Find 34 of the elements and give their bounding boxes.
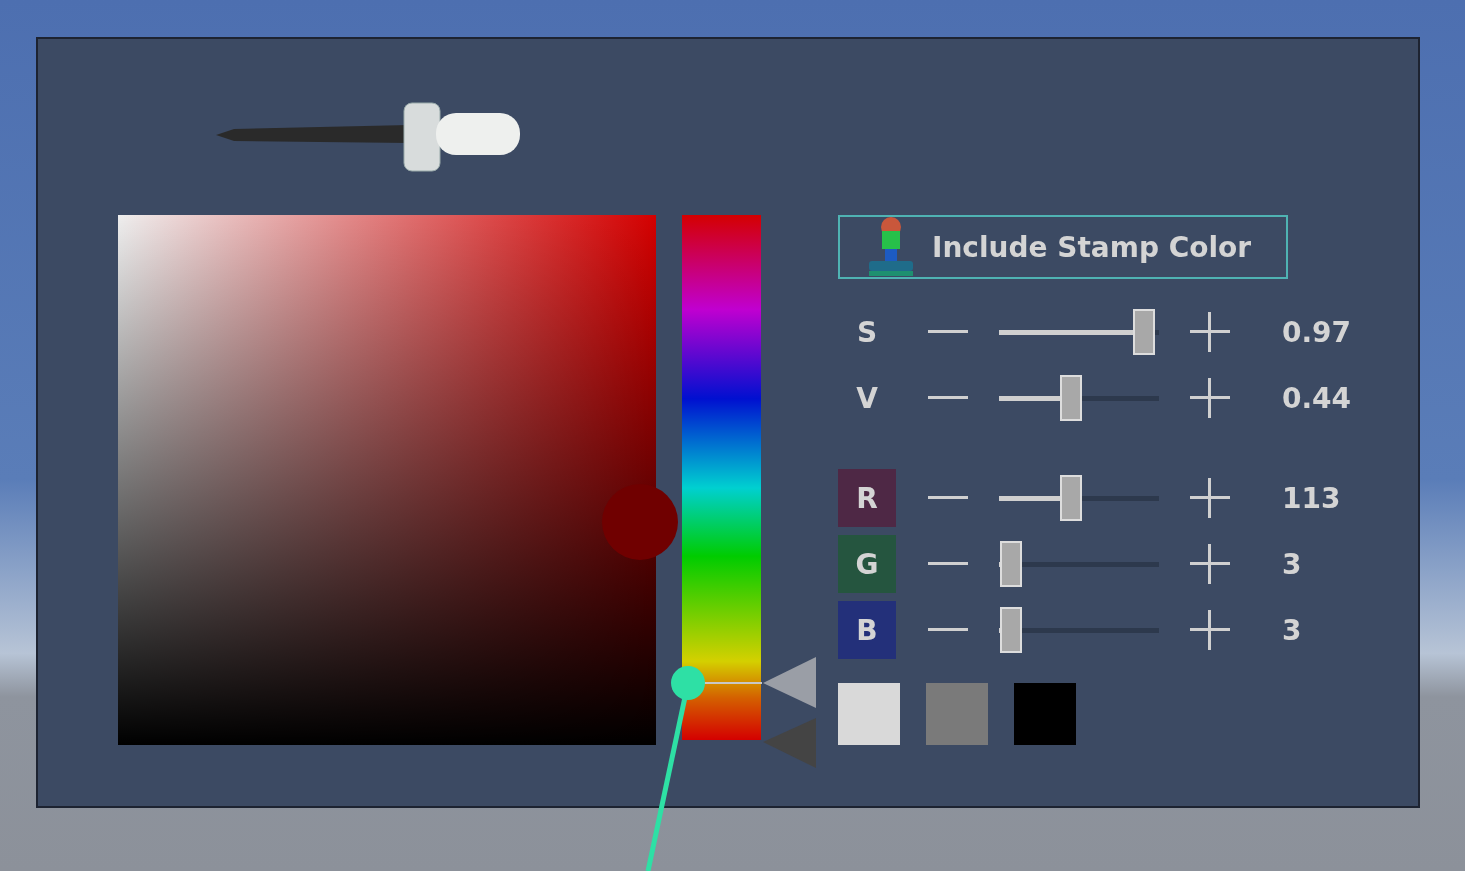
plus-icon[interactable]	[1188, 608, 1232, 652]
pointer-triangle-icon	[763, 657, 816, 708]
slider-thumb[interactable]	[1059, 475, 1082, 521]
plus-icon[interactable]	[1188, 376, 1232, 420]
channel-label: V	[855, 380, 879, 417]
saturation-value-square[interactable]	[118, 215, 656, 745]
channel-value: 0.97	[1282, 315, 1352, 349]
color-swatch[interactable]	[838, 683, 900, 745]
color-swatch[interactable]	[1014, 683, 1076, 745]
include-stamp-color-toggle[interactable]: Include Stamp Color	[838, 215, 1288, 279]
plus-icon[interactable]	[1188, 476, 1232, 520]
channel-label: B	[838, 601, 896, 659]
slider-thumb[interactable]	[1000, 541, 1023, 587]
channel-value: 0.44	[1282, 381, 1352, 415]
channel-value: 3	[1282, 613, 1302, 647]
slider[interactable]	[999, 375, 1159, 421]
slider-thumb[interactable]	[1059, 375, 1082, 421]
slider[interactable]	[999, 541, 1159, 587]
slider-thumb[interactable]	[1000, 607, 1023, 653]
channel-label: R	[838, 469, 896, 527]
channel-label: S	[855, 314, 879, 351]
slider[interactable]	[999, 309, 1159, 355]
channel-value: 3	[1282, 547, 1302, 581]
slider[interactable]	[999, 607, 1159, 653]
stamp-icon	[866, 215, 916, 279]
slider-thumb[interactable]	[1132, 309, 1155, 355]
pointer-triangle-icon	[763, 718, 816, 768]
plus-icon[interactable]	[1188, 542, 1232, 586]
slider[interactable]	[999, 475, 1159, 521]
channel-value: 113	[1282, 481, 1341, 515]
hue-bar[interactable]	[682, 215, 761, 740]
plus-icon[interactable]	[1188, 310, 1232, 354]
color-swatch[interactable]	[926, 683, 988, 745]
channel-label: G	[838, 535, 896, 593]
